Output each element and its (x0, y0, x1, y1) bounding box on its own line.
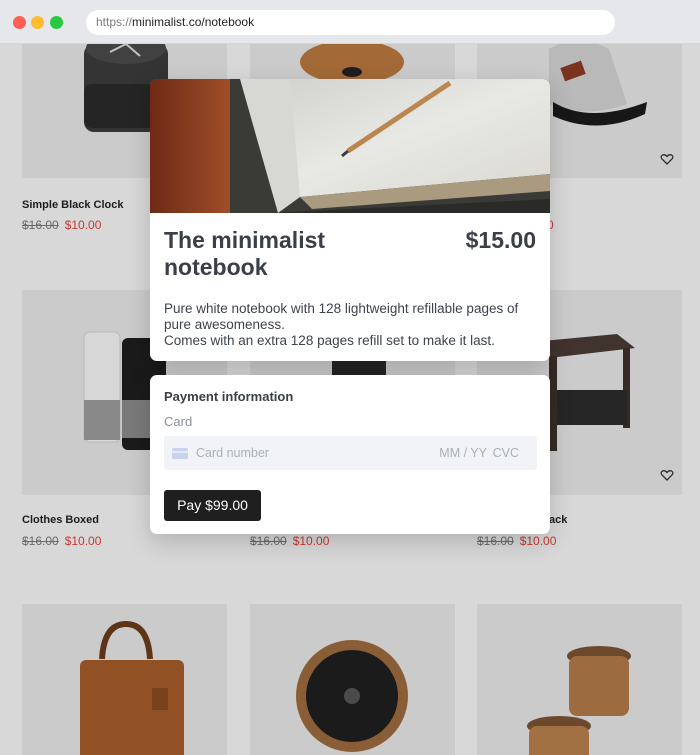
card-label: Card (164, 414, 193, 429)
credit-card-icon (172, 448, 188, 459)
notebook-photo (150, 79, 550, 213)
card-cvc-input[interactable]: CVC (493, 446, 519, 460)
close-window-button[interactable] (13, 16, 26, 29)
product-price: $15.00 (465, 227, 536, 253)
payment-title: Payment information (164, 389, 294, 404)
url-path: minimalist.co/notebook (132, 15, 255, 29)
card-input-field[interactable]: Card number MM / YY CVC (164, 436, 537, 470)
card-expiry-input[interactable]: MM / YY (439, 446, 487, 460)
minimize-window-button[interactable] (31, 16, 44, 29)
product-modal: The minimalist notebook $15.00 Pure whit… (150, 79, 550, 361)
pay-button[interactable]: Pay $99.00 (164, 490, 261, 521)
browser-chrome: https://minimalist.co/notebook (0, 0, 700, 44)
notebook-image (150, 79, 550, 213)
card-number-input[interactable]: Card number (196, 446, 269, 460)
url-protocol: https:// (96, 15, 133, 29)
address-bar[interactable]: https://minimalist.co/notebook (86, 10, 615, 35)
payment-panel: Payment information Card Card number MM … (150, 375, 550, 534)
product-description: Pure white notebook with 128 lightweight… (164, 301, 519, 348)
maximize-window-button[interactable] (50, 16, 63, 29)
product-title: The minimalist notebook (164, 227, 326, 280)
